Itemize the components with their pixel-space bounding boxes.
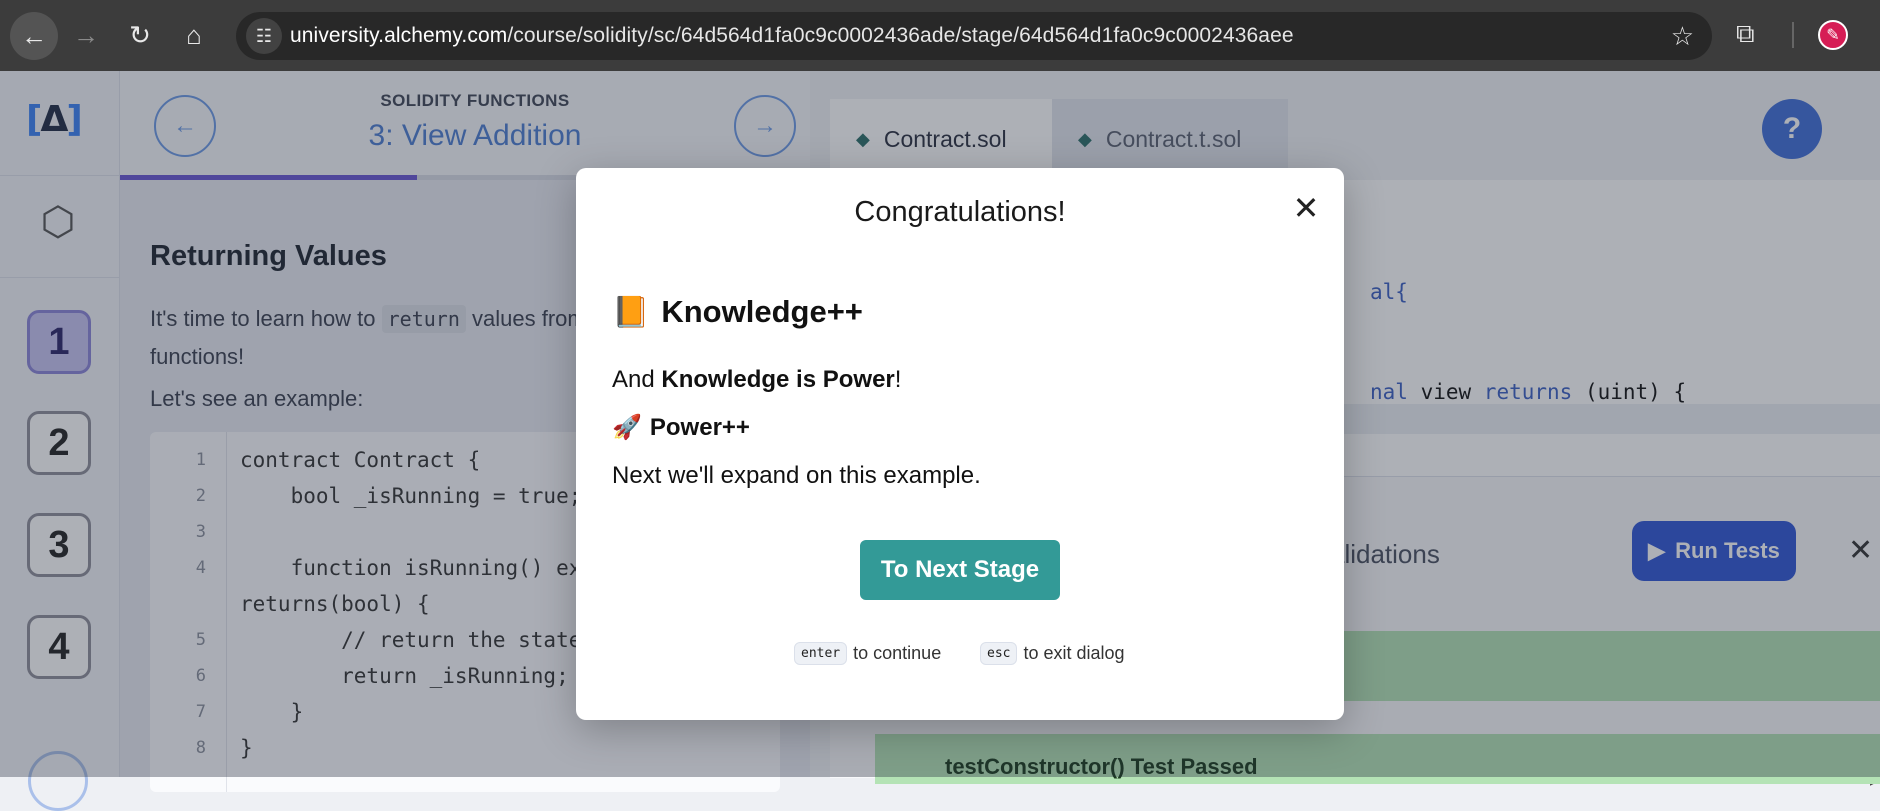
esc-hint: esc to exit dialog — [980, 642, 1125, 665]
url-host: university.alchemy.com — [290, 24, 508, 47]
home-icon[interactable]: ⌂ — [170, 0, 218, 71]
book-icon: 📙 — [612, 295, 650, 329]
enter-key: enter — [794, 642, 848, 665]
to-next-stage-button[interactable]: To Next Stage — [860, 540, 1060, 600]
site-info-icon[interactable]: ☷ — [246, 18, 282, 54]
rocket-icon: 🚀 — [612, 414, 642, 441]
power-heading: 🚀 Power++ — [612, 413, 750, 442]
congratulations-dialog: Congratulations! ✕ 📙 Knowledge++ And Kno… — [576, 168, 1344, 720]
knowledge-power-text: And Knowledge is Power! — [612, 366, 901, 394]
forward-icon[interactable]: → — [62, 0, 110, 71]
toolbar-divider — [1792, 22, 1794, 48]
url-path: /course/solidity/sc/64d564d1fa0c9c000243… — [507, 24, 1294, 47]
close-icon[interactable]: ✕ — [1288, 190, 1324, 226]
knowledge-heading: 📙 Knowledge++ — [612, 294, 863, 330]
power-heading-text: Power++ — [649, 413, 750, 441]
dialog-title: Congratulations! — [854, 196, 1066, 228]
url-text[interactable]: university.alchemy.com/course/solidity/s… — [290, 24, 1294, 48]
enter-hint-text: to continue — [853, 643, 942, 663]
text-span: And — [612, 366, 662, 393]
reload-icon[interactable]: ↻ — [116, 0, 164, 71]
enter-hint: enter to continue — [794, 642, 941, 665]
bold-text: Knowledge is Power — [661, 366, 895, 393]
back-icon[interactable]: ← — [10, 12, 58, 60]
next-info-text: Next we'll expand on this example. — [612, 462, 981, 489]
knowledge-heading-text: Knowledge++ — [661, 294, 863, 329]
browser-toolbar: ← → ↻ ⌂ ☷ university.alchemy.com/course/… — [0, 0, 1880, 71]
address-bar[interactable]: ☷ university.alchemy.com/course/solidity… — [236, 12, 1712, 60]
esc-hint-text: to exit dialog — [1023, 643, 1125, 663]
bookmark-star-icon[interactable]: ☆ — [1671, 21, 1694, 52]
esc-key: esc — [980, 642, 1018, 665]
profile-avatar[interactable]: ✎ — [1818, 20, 1848, 50]
text-span: ! — [894, 366, 902, 393]
extensions-icon[interactable]: ⧉ — [1736, 18, 1766, 48]
